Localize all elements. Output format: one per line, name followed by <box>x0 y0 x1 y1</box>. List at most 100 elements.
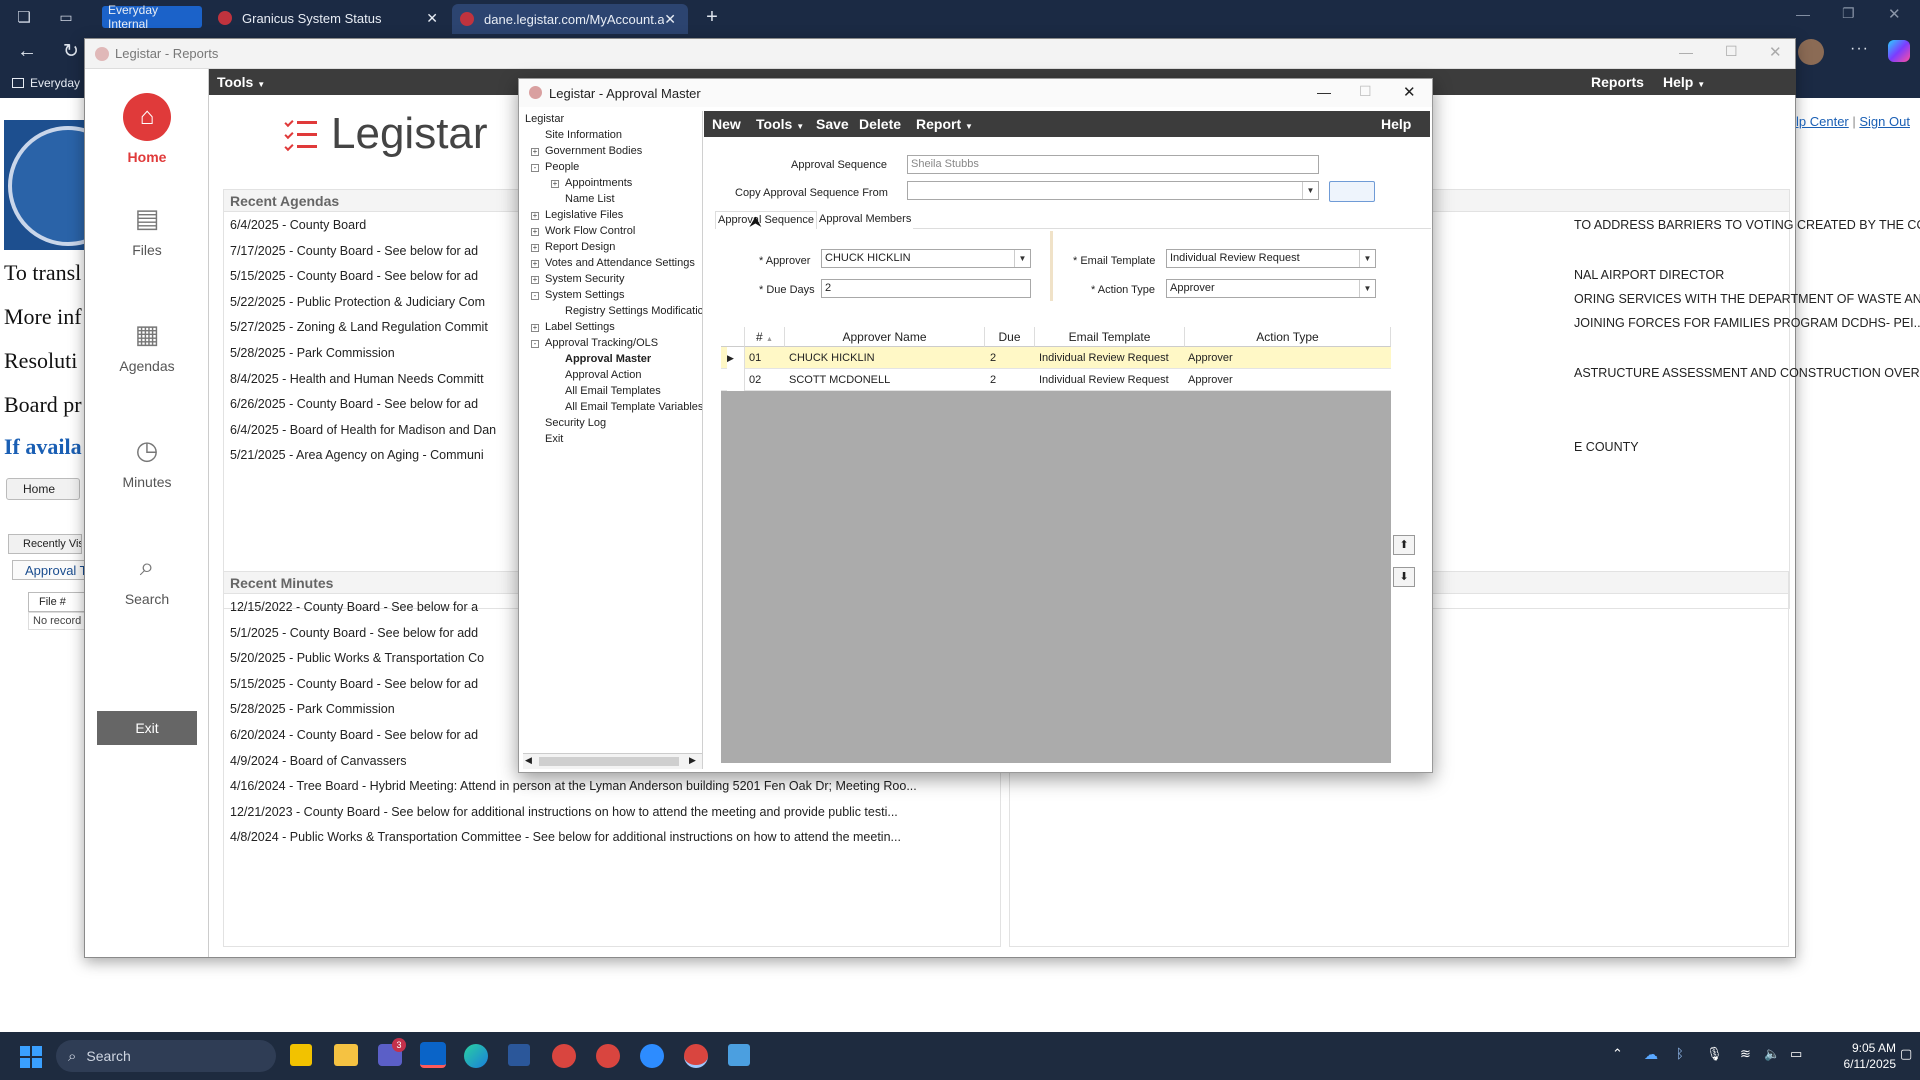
sign-out-link[interactable]: Sign Out <box>1859 114 1910 129</box>
copilot-icon[interactable] <box>1888 40 1910 62</box>
tree-item[interactable]: Label Settings <box>545 321 615 333</box>
minimize-icon[interactable]: — <box>1317 84 1331 100</box>
tree-expander-icon[interactable]: - <box>531 340 539 348</box>
grid-row[interactable]: ▶ 01 CHUCK HICKLIN 2 Individual Review Reque… <box>721 347 1391 369</box>
tree-expander-icon[interactable]: - <box>531 292 539 300</box>
close-tab-icon[interactable]: ✕ <box>426 10 438 27</box>
tree-item[interactable]: Report Design <box>545 241 615 253</box>
help-button[interactable]: Help <box>1381 116 1411 132</box>
grid-column-due[interactable]: Due <box>985 327 1035 347</box>
edge-icon[interactable] <box>464 1044 488 1068</box>
bluetooth-icon[interactable]: ᛒ <box>1676 1046 1684 1061</box>
tree-item[interactable]: Appointments <box>565 177 632 189</box>
nav-home[interactable]: ⌂ Home <box>85 93 209 165</box>
notifications-icon[interactable]: ▢ <box>1900 1046 1912 1062</box>
tree-item[interactable]: People <box>545 161 579 173</box>
minutes-item[interactable]: 12/21/2023 - County Board - See below fo… <box>230 805 1000 819</box>
volume-icon[interactable]: 🔈 <box>1764 1046 1780 1062</box>
agenda-item[interactable]: 7/17/2025 - County Board - See below for… <box>230 244 560 258</box>
tree-item[interactable]: All Email Templates <box>565 385 661 397</box>
dropdown-arrow-icon[interactable]: ▼ <box>1302 182 1318 199</box>
agenda-item-right[interactable]: JOINING FORCES FOR FAMILIES PROGRAM DCDH… <box>1574 316 1920 330</box>
tree-item[interactable]: Name List <box>565 193 615 205</box>
agenda-item-right[interactable]: E COUNTY <box>1574 440 1914 454</box>
tree-item[interactable]: All Email Template Variables <box>565 401 702 413</box>
tab-granicus-status[interactable]: Granicus System Status ✕ <box>210 4 450 32</box>
tree-item[interactable]: Legislative Files <box>545 209 623 221</box>
teams-icon[interactable]: 3 <box>378 1038 406 1066</box>
nav-minutes[interactable]: ◷ Minutes <box>85 435 209 490</box>
help-menu[interactable]: Help ▼ <box>1663 74 1705 90</box>
tree-expander-icon[interactable]: + <box>531 260 539 268</box>
tree-expander-icon[interactable]: + <box>531 244 539 252</box>
tree-item[interactable]: Security Log <box>545 417 606 429</box>
row-selector-icon[interactable]: ▶ <box>727 347 745 369</box>
tools-menu[interactable]: Tools ▼ <box>217 74 265 90</box>
grid-column-num[interactable]: # ▲ <box>745 327 785 347</box>
agenda-item[interactable]: 5/27/2025 - Zoning & Land Regulation Com… <box>230 320 560 334</box>
new-tab-icon[interactable]: + <box>700 6 724 28</box>
dropdown-arrow-icon[interactable]: ▼ <box>1359 250 1375 267</box>
close-tab-icon[interactable]: ✕ <box>664 11 676 28</box>
close-icon[interactable]: ✕ <box>1769 43 1782 61</box>
tree-item[interactable]: Government Bodies <box>545 145 642 157</box>
spreadsheet-app-icon[interactable] <box>728 1044 750 1066</box>
minutes-item[interactable]: 4/16/2024 - Tree Board - Hybrid Meeting:… <box>230 779 1000 793</box>
agenda-item[interactable]: 6/26/2025 - County Board - See below for… <box>230 397 560 411</box>
grid-column-email-template[interactable]: Email Template <box>1035 327 1185 347</box>
grid-column-action-type[interactable]: Action Type <box>1185 327 1391 347</box>
tree-expander-icon[interactable]: + <box>551 180 559 188</box>
agenda-item-right[interactable]: ASTRUCTURE ASSESSMENT AND CONSTRUCTION O… <box>1574 366 1920 380</box>
agenda-item[interactable]: 6/4/2025 - Board of Health for Madison a… <box>230 423 560 437</box>
wifi-icon[interactable]: ≋ <box>1740 1046 1751 1062</box>
battery-icon[interactable]: ▭ <box>1790 1046 1802 1062</box>
copy-button[interactable]: Copy <box>1329 181 1375 202</box>
onedrive-icon[interactable]: ☁ <box>1644 1046 1658 1063</box>
agenda-item[interactable]: 5/21/2025 - Area Agency on Aging - Commu… <box>230 448 560 462</box>
tree-item[interactable]: Registry Settings Modificatic <box>565 305 702 317</box>
tree-item[interactable]: Votes and Attendance Settings <box>545 257 695 269</box>
tab-approval-sequence[interactable]: Approval Sequence <box>715 211 818 229</box>
tree-item[interactable]: Site Information <box>545 129 622 141</box>
reports-menu[interactable]: Reports <box>1591 74 1644 90</box>
favorites-item-everyday[interactable]: Everyday <box>12 76 80 90</box>
tools-menu[interactable]: Tools ▼ <box>756 116 804 132</box>
move-up-button[interactable]: ⬆ <box>1393 535 1415 555</box>
file-explorer-icon[interactable] <box>334 1044 358 1066</box>
tree-item[interactable]: Work Flow Control <box>545 225 635 237</box>
bg-home-tab[interactable]: Home <box>6 478 80 500</box>
delete-button[interactable]: Delete <box>859 116 901 132</box>
workspaces-icon[interactable]: ❏ <box>14 8 34 26</box>
row-selector-icon[interactable] <box>727 369 745 391</box>
tree-expander-icon[interactable]: + <box>531 276 539 284</box>
tree-item[interactable]: System Settings <box>545 289 624 301</box>
legistar-taskbar-icon[interactable] <box>552 1044 576 1068</box>
agenda-item[interactable]: 5/15/2025 - County Board - See below for… <box>230 269 560 283</box>
grid-column-approver-name[interactable]: Approver Name <box>785 327 985 347</box>
action-type-select[interactable]: Approver ▼ <box>1166 279 1376 298</box>
tab-approval-members[interactable]: Approval Members <box>817 211 914 229</box>
tab-actions-icon[interactable]: ▭ <box>56 8 76 26</box>
tree-expander-icon[interactable]: + <box>531 212 539 220</box>
tree-horizontal-scrollbar[interactable]: ◀ ▶ <box>523 753 702 769</box>
new-button[interactable]: New <box>712 116 741 132</box>
scroll-right-icon[interactable]: ▶ <box>689 755 696 766</box>
copy-from-select[interactable]: ▼ <box>907 181 1319 200</box>
approver-select[interactable]: CHUCK HICKLIN ▼ <box>821 249 1031 268</box>
maximize-icon[interactable]: ☐ <box>1725 43 1738 60</box>
sticky-notes-icon[interactable] <box>290 1044 312 1066</box>
show-hidden-icons-icon[interactable]: ⌃ <box>1612 1046 1623 1062</box>
tree-item[interactable]: Approval Action <box>565 369 641 381</box>
legistar-taskbar-icon[interactable] <box>596 1044 620 1068</box>
close-icon[interactable]: ✕ <box>1403 83 1416 101</box>
agenda-item[interactable]: 6/4/2025 - County Board <box>230 218 560 232</box>
tree-item[interactable]: Approval Tracking/OLS <box>545 337 658 349</box>
tree-expander-icon[interactable]: + <box>531 148 539 156</box>
dropdown-arrow-icon[interactable]: ▼ <box>1014 250 1030 267</box>
legistar-taskbar-icon-active[interactable] <box>684 1044 708 1068</box>
agenda-item-right[interactable]: ORING SERVICES WITH THE DEPARTMENT OF WA… <box>1574 292 1920 306</box>
email-template-select[interactable]: Individual Review Request ▼ <box>1166 249 1376 268</box>
microphone-icon[interactable]: 🎙 <box>1706 1046 1723 1062</box>
agenda-item[interactable]: 5/28/2025 - Park Commission <box>230 346 560 360</box>
scroll-thumb[interactable] <box>539 757 679 766</box>
